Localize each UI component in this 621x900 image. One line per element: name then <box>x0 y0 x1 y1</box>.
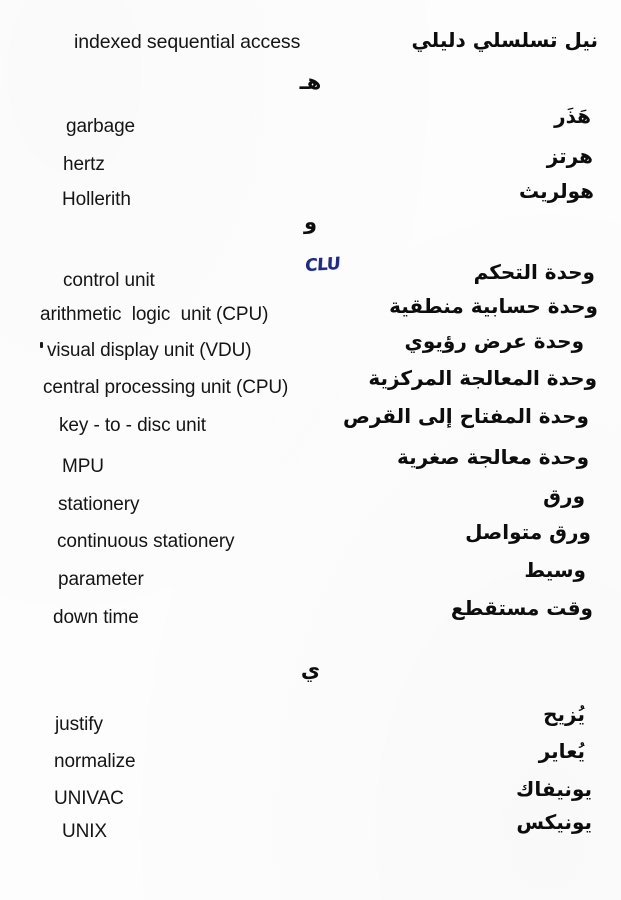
entry-arabic-term: يُعاير <box>538 739 585 763</box>
entry-arabic-term: هولريث <box>518 179 594 203</box>
entry-arabic-term: وحدة معالجة صغرية <box>396 445 589 469</box>
entry-english-term: UNIVAC <box>54 788 124 809</box>
entry-arabic-term: ورق <box>543 484 585 508</box>
entry-arabic-term: وسيط <box>524 558 586 582</box>
letter-heading-haa: هـ <box>299 70 322 94</box>
entry-english-term: justify <box>55 714 103 735</box>
scan-artifact-mark <box>40 342 43 348</box>
entry-english-term: indexed sequential access <box>74 31 301 53</box>
entry-english-term: Hollerith <box>62 189 131 210</box>
entry-arabic-term: هرتز <box>546 144 593 168</box>
entry-arabic-term: وحدة المعالجة المركزية <box>368 366 597 390</box>
entry-english-term: stationery <box>58 494 140 515</box>
entry-arabic-term: وقت مستقطع <box>450 596 593 620</box>
entry-english-term: parameter <box>58 569 144 590</box>
scanned-page: indexed sequential access نيل تسلسلي دلي… <box>0 0 621 900</box>
entry-arabic-term: وحدة المفتاح إلى القرص <box>342 404 589 428</box>
entry-english-term: central processing unit (CPU) <box>43 377 289 398</box>
entry-english-term: garbage <box>66 116 136 137</box>
entry-english-term: control unit <box>63 270 155 291</box>
entry-english-term: arithmetic logic unit (CPU) <box>40 304 269 325</box>
entry-arabic-term: نيل تسلسلي دليلي <box>411 28 598 52</box>
handwritten-annotation-clu: CLU <box>304 253 341 277</box>
entry-arabic-term: وحدة حسابية منطقية <box>389 294 598 318</box>
entry-arabic-term: ورق متواصل <box>465 520 591 544</box>
entry-english-term: continuous stationery <box>57 531 235 552</box>
letter-heading-yaa: ي <box>300 658 321 682</box>
entry-arabic-term: يونيكس <box>516 810 592 834</box>
entry-english-term: hertz <box>63 154 105 175</box>
entry-arabic-term: وحدة عرض رؤيوي <box>404 329 584 353</box>
letter-heading-waw: و <box>303 210 318 234</box>
entry-arabic-term: يونيفاك <box>516 777 592 801</box>
entry-arabic-term: وحدة التحكم <box>473 260 595 284</box>
entry-english-term: visual display unit (VDU) <box>47 340 252 361</box>
entry-english-term: key - to - disc unit <box>59 415 206 436</box>
entry-english-term: normalize <box>54 751 136 772</box>
entry-arabic-term: يُزيح <box>543 702 585 726</box>
entry-arabic-term: هَذَر <box>554 104 591 128</box>
entry-english-term: down time <box>53 607 139 628</box>
entry-english-term: UNIX <box>62 821 107 842</box>
entry-english-term: MPU <box>62 456 104 477</box>
